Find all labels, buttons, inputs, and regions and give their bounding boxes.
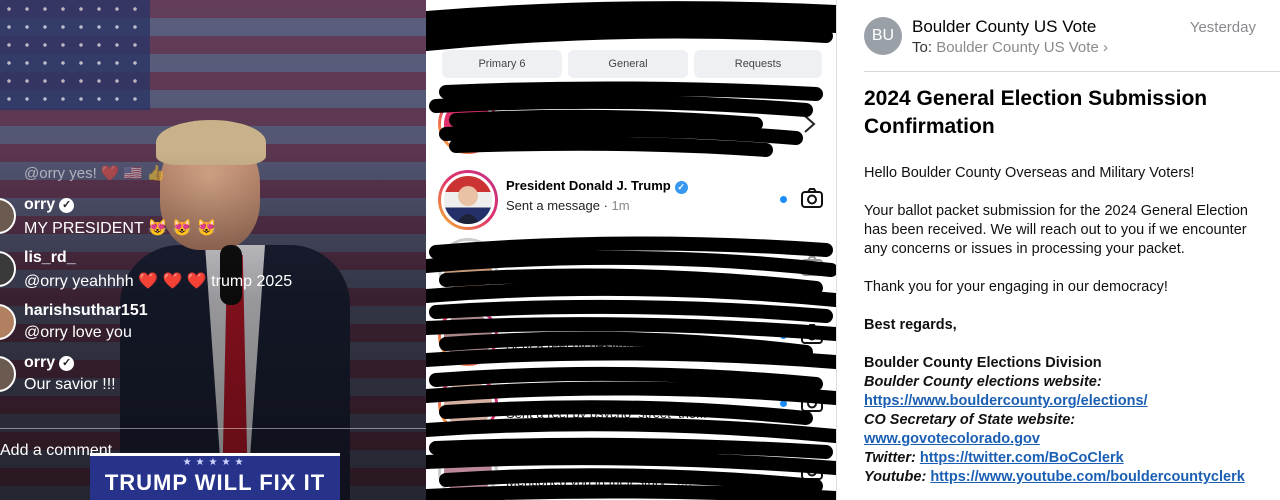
tab-requests[interactable]: Requests — [694, 50, 822, 78]
thread-time: 3h — [718, 406, 733, 421]
comment-username[interactable]: orry — [24, 354, 55, 371]
live-stream-panel: @orry yes! ❤️ 🇺🇸 👍 orry ✓ MY PRESIDENT 😻 … — [0, 0, 426, 500]
banner-text: TRUMP WILL FIX IT — [104, 470, 326, 495]
dm-thread[interactable]: Sent a reel by psycho_street_tho... · 3h — [426, 370, 836, 438]
greeting: Hello Boulder County Overseas and Milita… — [864, 165, 1195, 181]
inbox-tabs: Primary 6 General Requests — [442, 50, 822, 78]
story-name[interactable]: Aakash Raniso... — [438, 16, 521, 28]
recipient[interactable]: Boulder County US Vote — [936, 39, 1099, 56]
chevron-right-icon[interactable]: › — [1103, 39, 1108, 56]
live-comment: orry ✓ Our savior !!! — [0, 354, 426, 406]
avatar — [438, 442, 498, 500]
thread-preview: Mentioned you in their story — [506, 474, 666, 489]
twitter-label: Twitter: — [864, 450, 916, 466]
dm-thread[interactable] — [426, 90, 836, 158]
camera-icon[interactable] — [800, 390, 824, 414]
avatar — [438, 170, 498, 230]
live-comment: lis_rd_ @orry yeahhhh ❤️ ❤️ ❤️ trump 202… — [0, 249, 426, 301]
email-date: Yesterday — [1189, 19, 1256, 36]
comment-username[interactable]: harishsuthar151 — [24, 302, 148, 320]
chevron-right-icon — [802, 114, 826, 138]
dm-thread[interactable]: Mentioned you in their story · 5h — [426, 438, 836, 500]
unread-dot — [780, 332, 787, 339]
header-divider — [864, 71, 1280, 72]
avatar[interactable] — [0, 198, 16, 234]
sos-link[interactable]: www.govotecolorado.gov — [864, 431, 1040, 447]
sender-name[interactable]: Boulder County US Vote — [912, 17, 1096, 37]
dm-thread[interactable]: Sent a reel by desymovie · 1m — [426, 302, 836, 370]
story-name[interactable]: Ria Bhandari — [556, 16, 620, 28]
unread-dot — [780, 400, 787, 407]
faded-comment: @orry yes! ❤️ 🇺🇸 👍 — [24, 165, 166, 182]
thread-preview: Sent a message — [506, 198, 600, 213]
comment-text: @orry yeahhhh ❤️ ❤️ ❤️ trump 2025 — [24, 273, 293, 290]
avatar — [438, 374, 498, 434]
dm-thread[interactable]: President Donald J. Trump ✓ Sent a messag… — [426, 166, 836, 234]
direct-messages-panel: Aakash Raniso... Ria Bhandari Krishna Ja… — [426, 0, 836, 500]
avatar[interactable] — [0, 356, 16, 392]
avatar — [438, 94, 498, 154]
camera-icon[interactable] — [800, 458, 824, 482]
thread-name: President Donald J. Trump — [506, 178, 671, 193]
tab-general[interactable]: General — [568, 50, 688, 78]
email-body: Hello Boulder County Overseas and Milita… — [864, 164, 1264, 487]
verified-icon: ✓ — [674, 181, 688, 194]
comment-username[interactable]: orry — [24, 196, 55, 213]
comment-text: Our savior !!! — [24, 376, 116, 393]
banner-stars: ★★★★★ — [182, 457, 248, 468]
thread-time: 1m — [663, 338, 682, 353]
live-comment: orry ✓ MY PRESIDENT 😻 😻 😻 — [0, 196, 426, 248]
thread-preview: Sent a reel by desymovie — [506, 338, 652, 353]
story-name[interactable]: Karishma Dhir — [766, 16, 836, 28]
thread-time: 1m — [611, 198, 630, 213]
verified-icon: ✓ — [59, 356, 75, 371]
story-name[interactable]: Krishna Jadhav... — [656, 16, 740, 28]
sender-avatar[interactable]: BU — [864, 17, 902, 55]
to-label: To: — [912, 39, 933, 56]
avatar — [438, 238, 498, 298]
website-label: Boulder County elections website: — [864, 374, 1102, 390]
body-paragraph: Thank you for your engaging in our democ… — [864, 279, 1168, 295]
signature-org: Boulder County Elections Division — [864, 355, 1102, 371]
email-subject: 2024 General Election Submission Confirm… — [864, 87, 1208, 138]
thread-time: 5h — [677, 474, 692, 489]
thread-preview: Sent a reel by psycho_street_tho... — [506, 406, 707, 421]
youtube-link[interactable]: https://www.youtube.com/bouldercountycle… — [930, 469, 1244, 485]
avatar[interactable] — [0, 304, 16, 340]
comment-text: MY PRESIDENT 😻 😻 😻 — [24, 220, 217, 237]
sos-label: CO Secretary of State website: — [864, 412, 1076, 428]
verified-icon: ✓ — [59, 198, 75, 213]
camera-icon[interactable] — [800, 254, 824, 278]
sign-off: Best regards, — [864, 317, 957, 333]
tab-primary[interactable]: Primary 6 — [442, 50, 562, 78]
camera-icon[interactable] — [800, 322, 824, 346]
twitter-link[interactable]: https://twitter.com/BoCoClerk — [920, 450, 1124, 466]
body-paragraph: Your ballot packet submission for the 20… — [864, 203, 1248, 257]
unread-dot — [780, 196, 787, 203]
youtube-label: Youtube: — [864, 469, 927, 485]
live-comment: harishsuthar151 @orry love you — [0, 302, 426, 354]
email-panel: BU Boulder County US Vote To: Boulder Co… — [836, 0, 1280, 500]
avatar[interactable] — [0, 251, 16, 287]
camera-icon[interactable] — [800, 186, 824, 210]
comment-username[interactable]: lis_rd_ — [24, 249, 76, 267]
comment-text: @orry love you — [24, 324, 132, 341]
podium-banner: ★★★★★ TRUMP WILL FIX IT — [90, 453, 340, 500]
avatar — [438, 306, 498, 366]
website-link[interactable]: https://www.bouldercounty.org/elections/ — [864, 393, 1148, 409]
dm-thread[interactable] — [426, 234, 836, 302]
